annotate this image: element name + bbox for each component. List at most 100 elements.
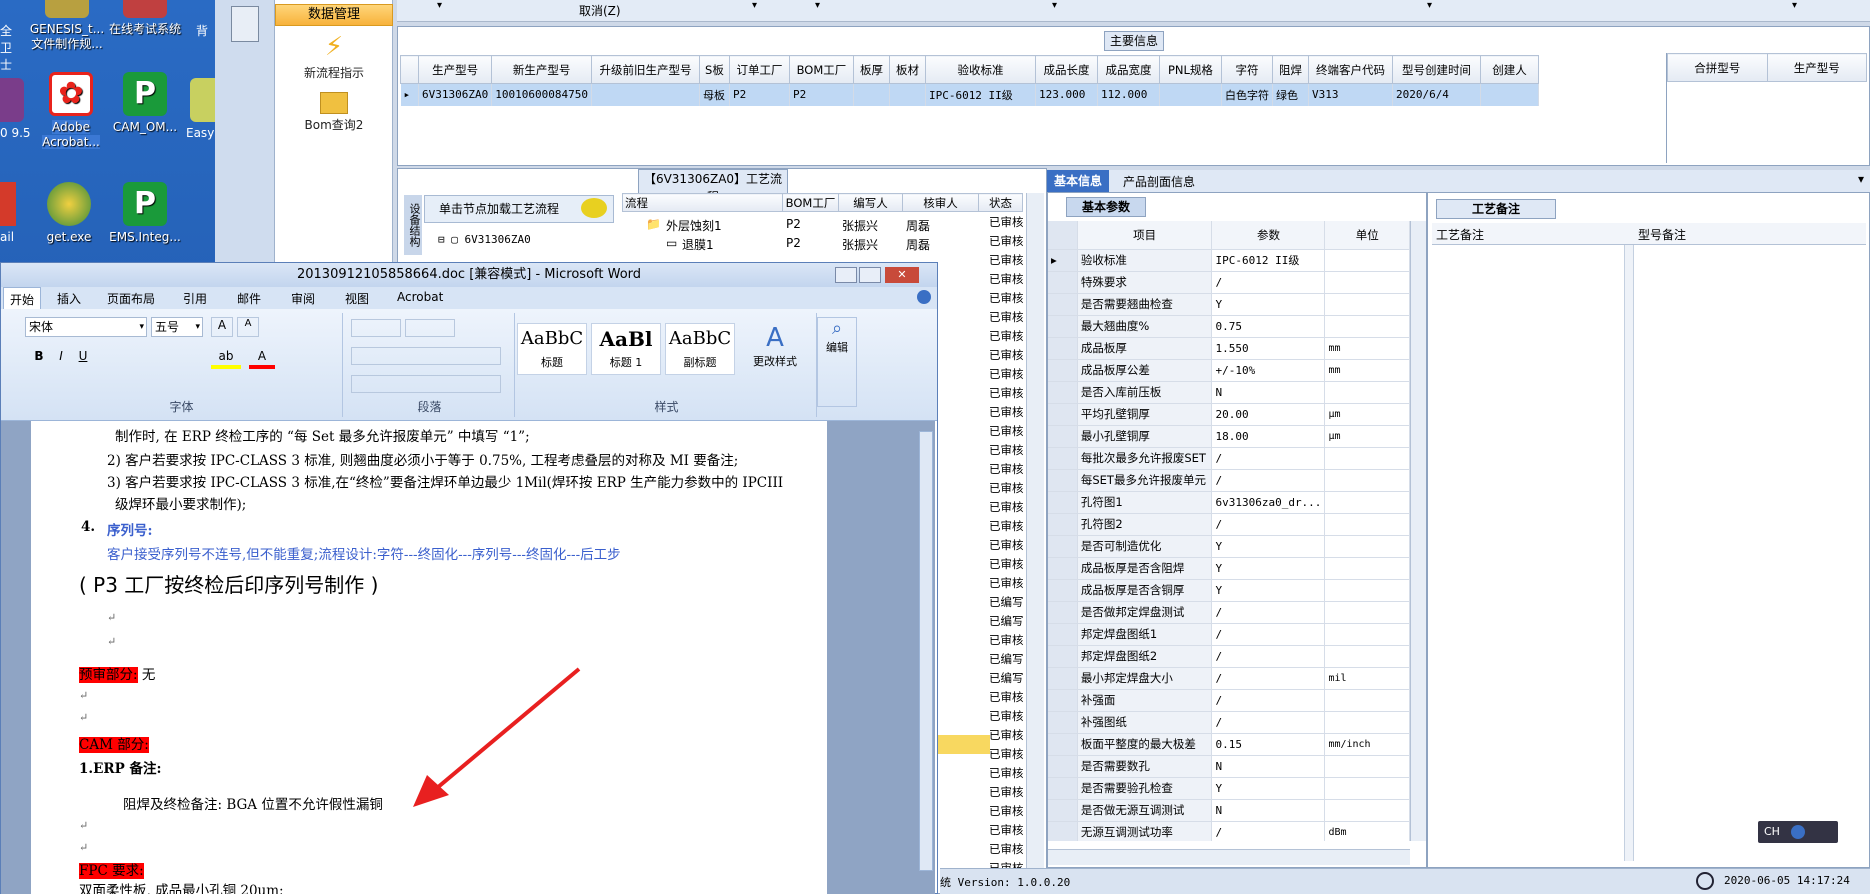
param-row[interactable]: 孔符图1 6v31306za0_dr... <box>1048 491 1410 514</box>
tab-references[interactable]: 引用 <box>183 290 207 307</box>
col-header[interactable]: 新生产型号 <box>491 55 592 84</box>
col-header[interactable]: BOM工厂 <box>788 55 854 84</box>
desktop-icon-ems[interactable]: P EMS.Integ... <box>104 182 186 245</box>
col-header[interactable]: 项目 <box>1077 221 1213 250</box>
param-row[interactable]: 无源互调测试功率 / dBm <box>1048 821 1410 841</box>
tab-process-remark[interactable]: 工艺备注 <box>1436 199 1556 219</box>
param-row[interactable]: 成品板厚 1.550 mm <box>1048 337 1410 360</box>
desktop-icon-cam-om[interactable]: P CAM_OM... <box>104 72 186 135</box>
numbering-button[interactable] <box>405 319 455 337</box>
tree-root[interactable]: ⊟ ▢ 6V31306ZA0 <box>438 233 531 246</box>
col-header[interactable]: 状态 <box>978 193 1023 212</box>
param-row[interactable]: 是否需要验孔检查 Y <box>1048 777 1410 800</box>
tab-view[interactable]: 视图 <box>345 290 369 307</box>
chevron-down-icon[interactable]: ▾ <box>1427 0 1432 11</box>
edit-button[interactable]: ⌕ 编辑 <box>817 317 857 407</box>
nav-header[interactable]: 数据管理 <box>275 4 393 26</box>
param-row[interactable]: 是否可制造优化 Y <box>1048 535 1410 558</box>
param-row[interactable]: 成品板厚是否含铜厚 Y <box>1048 579 1410 602</box>
help-icon[interactable] <box>917 290 931 304</box>
underline-button[interactable]: U <box>73 349 93 369</box>
desktop-icon-acrobat[interactable]: ✿ Adobe Acrobat... <box>30 72 112 150</box>
col-header[interactable]: 型号备注 <box>1638 226 1686 243</box>
font-size-select[interactable]: 五号 ▾ <box>151 317 203 337</box>
col-header[interactable]: S板 <box>698 55 730 84</box>
partial-easy-icon[interactable] <box>190 78 215 122</box>
chevron-down-icon[interactable]: ▾ <box>1858 172 1864 186</box>
col-header[interactable]: 阻焊 <box>1271 55 1309 84</box>
param-row[interactable]: 是否需要翘曲检查 Y <box>1048 293 1410 316</box>
vertical-scrollbar[interactable] <box>1026 193 1044 893</box>
tab-insert[interactable]: 插入 <box>57 290 81 307</box>
font-color-button[interactable]: A <box>249 349 275 369</box>
col-header[interactable]: 成品宽度 <box>1096 55 1160 84</box>
table-row[interactable]: ▸ 6V31306ZA0 10010600084750 母板 P2 P2 IPC… <box>400 83 1539 106</box>
col-header[interactable]: BOM工厂 <box>782 193 839 212</box>
col-header[interactable]: PNL规格 <box>1158 55 1222 84</box>
param-row[interactable]: 最小孔壁铜厚 18.00 μm <box>1048 425 1410 448</box>
chevron-down-icon[interactable]: ▾ <box>752 0 757 11</box>
close-button[interactable]: ✕ <box>885 267 919 283</box>
col-header[interactable]: 验收标准 <box>924 55 1036 84</box>
partial-mail-icon[interactable] <box>0 182 16 226</box>
tab-profile-info[interactable]: 产品剖面信息 <box>1123 173 1195 190</box>
load-hint[interactable]: 单击节点加载工艺流程 <box>424 195 614 223</box>
param-row[interactable]: 孔符图2/ <box>1048 513 1410 536</box>
param-row[interactable]: 是否做邦定焊盘测试 / <box>1048 601 1410 624</box>
col-header[interactable]: 板材 <box>888 55 926 84</box>
bold-button[interactable]: B <box>29 349 49 369</box>
col-header[interactable]: 编写人 <box>838 193 903 212</box>
alignment-buttons[interactable] <box>351 347 501 365</box>
style-subtitle[interactable]: AaBbC 副标题 <box>665 323 735 375</box>
col-header[interactable]: 核审人 <box>902 193 979 212</box>
param-row[interactable]: 平均孔壁铜厚 20.00 μm <box>1048 403 1410 426</box>
font-name-select[interactable]: 宋体 ▾ <box>25 317 147 337</box>
style-heading[interactable]: AaBbC 标题 <box>517 323 587 375</box>
highlight-button[interactable]: ab <box>211 349 241 369</box>
param-row[interactable]: 特殊要求 / <box>1048 271 1410 294</box>
chevron-down-icon[interactable]: ▾ <box>437 0 442 11</box>
param-row[interactable]: 板面平整度的最大极差 0.15 mm/inch <box>1048 733 1410 756</box>
col-header[interactable]: 升级前旧生产型号 <box>590 55 700 84</box>
document-page[interactable]: 制作时, 在 ERP 终检工序的 “每 Set 最多允许报废单元” 中填写 “1… <box>31 421 827 894</box>
param-row[interactable]: 补强图纸 / <box>1048 711 1410 734</box>
nav-item-new-flow[interactable]: ⚡ 新流程指示 <box>275 30 393 81</box>
shrink-font-button[interactable]: A <box>237 317 259 337</box>
shading-buttons[interactable] <box>351 375 501 393</box>
param-row[interactable]: 邦定焊盘图纸1/ <box>1048 623 1410 646</box>
param-row[interactable]: 成品板厚公差 +/-10% mm <box>1048 359 1410 382</box>
tab-basic-info[interactable]: 基本信息 <box>1047 170 1109 192</box>
param-row[interactable]: 最小邦定焊盘大小 / mil <box>1048 667 1410 690</box>
grow-font-button[interactable]: A <box>211 317 233 337</box>
bullets-button[interactable] <box>351 319 401 337</box>
nav-item-bom-query[interactable]: Bom查询2 <box>275 88 393 133</box>
partial-app-icon[interactable] <box>0 78 24 122</box>
cancel-button[interactable]: 取消(Z) <box>579 2 621 19</box>
horizontal-scrollbar[interactable] <box>1048 849 1410 865</box>
col-header[interactable]: 成品长度 <box>1034 55 1098 84</box>
col-header[interactable]: 生产型号 <box>417 55 493 84</box>
desktop-icon-genesis[interactable]: GENESIS_t... 文件制作规... <box>26 0 108 52</box>
col-header[interactable]: 字符 <box>1220 55 1273 84</box>
vertical-scrollbar[interactable] <box>1410 221 1426 841</box>
tab-review[interactable]: 审阅 <box>291 290 315 307</box>
param-row[interactable]: 是否需要数孔 N <box>1048 755 1410 778</box>
param-row[interactable]: 邦定焊盘图纸2/ <box>1048 645 1410 668</box>
param-row[interactable]: 是否入库前压板 N <box>1048 381 1410 404</box>
tab-mailings[interactable]: 邮件 <box>237 290 261 307</box>
chevron-down-icon[interactable]: ▾ <box>1052 0 1057 11</box>
style-heading-1[interactable]: AaBl 标题 1 <box>591 323 661 375</box>
ime-bar[interactable]: CH <box>1758 821 1838 843</box>
col-header[interactable]: 单位 <box>1324 221 1410 250</box>
window-title-bar[interactable]: 20130912105858664.doc [兼容模式] - Microsoft… <box>1 263 937 287</box>
col-header[interactable]: 订单工厂 <box>728 55 790 84</box>
col-header[interactable]: 参数 <box>1211 221 1326 250</box>
list-item[interactable]: ▭ 退膜1 P2 张振兴 周磊 <box>622 236 1026 255</box>
side-tab[interactable]: 设备结构 <box>404 195 422 255</box>
vertical-scrollbar[interactable] <box>919 431 933 871</box>
param-row[interactable]: 每SET最多允许报废单元 / <box>1048 469 1410 492</box>
param-row[interactable]: 最大翘曲度% 0.75 <box>1048 315 1410 338</box>
tab-basic-params[interactable]: 基本参数 <box>1066 197 1146 217</box>
calculator-icon[interactable] <box>231 6 259 42</box>
minimize-button[interactable] <box>835 267 857 283</box>
